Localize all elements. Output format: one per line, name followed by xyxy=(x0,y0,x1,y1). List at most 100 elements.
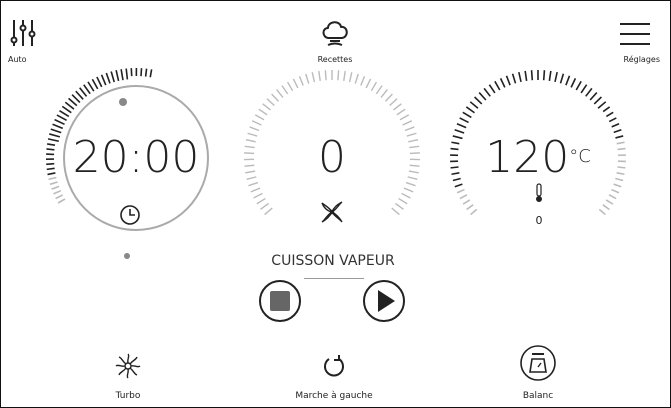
gauge-tick xyxy=(87,81,95,92)
gauge-tick xyxy=(403,187,414,193)
gauge-tick xyxy=(264,207,273,216)
timer-dial[interactable]: 20:00 xyxy=(40,67,240,270)
scale-button[interactable]: Balanc xyxy=(512,344,564,402)
gauge-tick xyxy=(266,98,275,106)
gauge-tick xyxy=(470,208,478,216)
gauge-tick xyxy=(597,101,607,109)
speed-dial[interactable]: 0 xyxy=(236,70,436,250)
gauge-tick xyxy=(459,194,468,200)
chef-hat-icon xyxy=(322,21,348,46)
gauge-tick xyxy=(483,87,491,97)
auto-label: Auto xyxy=(8,55,27,64)
gauge-tick xyxy=(605,111,614,118)
gauge-tick xyxy=(256,197,266,205)
timer-knob-bottom xyxy=(124,253,130,259)
gauge-tick xyxy=(593,96,602,105)
gauge-tick xyxy=(466,204,474,211)
settings-button[interactable]: Réglages xyxy=(608,18,662,66)
hamburger-menu-icon xyxy=(620,23,650,45)
gauge-tick xyxy=(59,109,70,118)
temperature-value: 120°C xyxy=(432,132,644,183)
gauge-tick xyxy=(251,120,262,126)
gauge-tick xyxy=(459,117,469,124)
gauge-tick xyxy=(474,96,483,105)
gauge-tick xyxy=(589,92,598,101)
gauge-tick xyxy=(370,81,378,92)
gauge-tick xyxy=(83,84,91,95)
recipes-button[interactable]: Recettes xyxy=(306,18,364,66)
timer-value: 20:00 xyxy=(72,132,200,183)
stop-icon xyxy=(259,280,301,322)
gauge-tick xyxy=(68,97,78,107)
gauge-tick xyxy=(608,194,617,200)
gauge-tick xyxy=(144,68,148,77)
gauge-tick xyxy=(401,192,411,199)
gauge-tick xyxy=(602,204,610,211)
gauge-tick xyxy=(570,78,577,88)
gauge-tick xyxy=(385,93,393,102)
gauge-tick xyxy=(399,114,410,121)
gauge-tick xyxy=(271,93,279,102)
gauge-tick xyxy=(488,84,496,94)
auto-button[interactable]: Auto xyxy=(8,18,38,66)
gauge-tick xyxy=(380,89,388,98)
settings-label: Réglages xyxy=(623,55,661,64)
gauge-tick xyxy=(79,87,88,97)
gauge-tick xyxy=(575,80,582,91)
gauge-tick xyxy=(61,105,72,114)
gauge-tick xyxy=(54,118,65,126)
gauge-tick xyxy=(598,208,606,216)
gauge-tick xyxy=(75,90,84,100)
gauge-tick xyxy=(456,188,465,194)
play-button[interactable] xyxy=(362,279,406,323)
gauge-tick xyxy=(57,198,66,204)
gauge-tick xyxy=(613,183,622,188)
gauge-tick xyxy=(499,78,506,88)
gauge-tick xyxy=(53,189,62,195)
rotate-left-icon xyxy=(324,355,344,377)
gauge-tick xyxy=(602,106,611,113)
gauge-tick xyxy=(391,207,400,216)
gauge-tick xyxy=(404,126,415,132)
clock-icon xyxy=(120,205,140,225)
gauge-tick xyxy=(276,89,284,98)
gauge-tick xyxy=(52,123,64,130)
gauge-tick xyxy=(405,181,416,187)
gauge-tick xyxy=(248,181,259,187)
gauge-tick xyxy=(398,197,408,205)
blade-icon xyxy=(321,201,343,223)
gauge-tick xyxy=(469,101,479,109)
gauge-tick xyxy=(494,80,501,91)
gauge-tick xyxy=(580,84,588,94)
gauge-tick xyxy=(454,183,463,188)
gauge-tick xyxy=(286,81,294,92)
scale-icon xyxy=(520,345,556,381)
gauge-tick xyxy=(605,199,614,205)
reverse-button[interactable]: Marche à gauche xyxy=(282,350,386,402)
gauge-tick xyxy=(324,70,327,81)
timer-knob-top xyxy=(119,98,127,106)
speed-value: 0 xyxy=(318,132,346,183)
gauge-tick xyxy=(249,126,260,132)
scale-label: Balanc xyxy=(522,391,554,401)
program-separator xyxy=(304,278,364,279)
gauge-tick xyxy=(337,70,340,81)
turbo-button[interactable]: Turbo xyxy=(100,350,156,402)
temperature-dial[interactable]: 120°C 0 xyxy=(432,70,632,250)
stop-button[interactable] xyxy=(258,279,302,323)
gauge-tick xyxy=(389,98,398,106)
turbo-label: Turbo xyxy=(115,391,141,401)
gauge-tick xyxy=(281,85,289,95)
play-icon xyxy=(363,280,405,322)
gauge-tick xyxy=(56,114,67,122)
temperature-number: 120 xyxy=(485,132,570,183)
recipes-label: Recettes xyxy=(317,55,353,64)
gauge-tick xyxy=(393,103,402,111)
gauge-tick xyxy=(608,117,617,123)
program-title: CUISSON VAPEUR xyxy=(271,253,395,269)
gauge-tick xyxy=(396,108,406,116)
gauge-tick xyxy=(375,85,383,95)
gauge-tick xyxy=(365,78,372,89)
gauge-tick xyxy=(51,185,60,190)
temperature-unit: °C xyxy=(569,146,591,167)
